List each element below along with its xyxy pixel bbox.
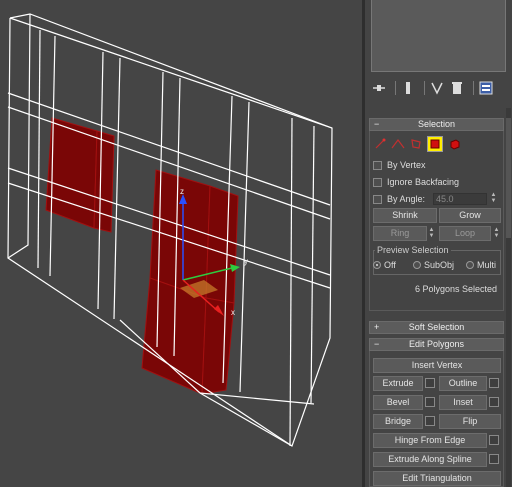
extrude-settings-icon[interactable] <box>425 378 435 388</box>
extrude-button[interactable]: Extrude <box>373 376 423 391</box>
inset-button[interactable]: Inset <box>439 395 487 410</box>
preview-subobj-label: SubObj <box>424 260 455 270</box>
element-mode-icon[interactable] <box>447 137 461 151</box>
configure-modifier-sets-icon[interactable] <box>478 80 494 96</box>
flip-button[interactable]: Flip <box>439 414 501 429</box>
edge-mode-icon[interactable] <box>391 137 405 151</box>
scrollbar-thumb[interactable] <box>506 118 511 238</box>
by-vertex-label: By Vertex <box>387 160 426 170</box>
wireframe-mesh: y x z <box>7 13 333 447</box>
bridge-button[interactable]: Bridge <box>373 414 423 429</box>
pin-stack-icon[interactable] <box>371 80 387 96</box>
ring-spinner-icon[interactable]: ▲ ▼ <box>427 227 436 240</box>
edit-triangulation-button[interactable]: Edit Triangulation <box>373 471 501 486</box>
bevel-button[interactable]: Bevel <box>373 395 423 410</box>
loop-spinner-icon[interactable]: ▲ ▼ <box>492 227 501 240</box>
preview-multi-label: Multi <box>477 260 497 270</box>
hinge-settings-icon[interactable] <box>489 435 499 445</box>
selection-status: 6 Polygons Selected <box>415 284 498 294</box>
preview-off-radio[interactable] <box>373 261 381 269</box>
edit-polygons-rollout-header[interactable]: − Edit Polygons <box>369 338 504 351</box>
command-panel: − Selection By Vertex Ignore Backfacing <box>365 0 512 487</box>
stack-toolbar <box>371 78 506 98</box>
by-angle-label: By Angle: <box>387 194 426 204</box>
by-angle-input[interactable]: 45.0 <box>433 193 487 205</box>
outline-button[interactable]: Outline <box>439 376 487 391</box>
selection-title: Selection <box>417 119 456 129</box>
bevel-settings-icon[interactable] <box>425 397 435 407</box>
ring-button[interactable]: Ring <box>373 226 427 241</box>
grow-button[interactable]: Grow <box>439 208 501 223</box>
preview-multi-radio[interactable] <box>466 261 474 269</box>
by-angle-spinner-icon[interactable]: ▲ ▼ <box>489 192 498 205</box>
preview-subobj-radio[interactable] <box>413 261 421 269</box>
selection-rollout-header[interactable]: − Selection <box>369 118 504 131</box>
remove-modifier-icon[interactable] <box>449 80 465 96</box>
edit-polygons-title: Edit Polygons <box>408 339 465 349</box>
show-end-result-icon[interactable] <box>400 80 416 96</box>
preview-selection-label: Preview Selection <box>375 245 451 255</box>
by-angle-row[interactable]: By Angle: <box>373 193 425 205</box>
make-unique-icon[interactable] <box>429 80 445 96</box>
preview-multi-option[interactable]: Multi <box>466 260 496 270</box>
border-mode-icon[interactable] <box>409 137 423 151</box>
preview-off-label: Off <box>384 260 396 270</box>
collapse-icon: − <box>374 339 380 349</box>
extrude-spline-settings-icon[interactable] <box>489 454 499 464</box>
soft-selection-rollout-header[interactable]: + Soft Selection <box>369 321 504 334</box>
by-vertex-checkbox[interactable] <box>373 160 382 170</box>
y-axis-label: y <box>244 257 248 266</box>
outline-settings-icon[interactable] <box>489 378 499 388</box>
bridge-settings-icon[interactable] <box>425 416 435 426</box>
ignore-backfacing-row[interactable]: Ignore Backfacing <box>373 176 459 188</box>
ignore-backfacing-label: Ignore Backfacing <box>387 177 460 187</box>
shrink-button[interactable]: Shrink <box>373 208 437 223</box>
preview-subobj-option[interactable]: SubObj <box>413 260 454 270</box>
extrude-along-spline-button[interactable]: Extrude Along Spline <box>373 452 487 467</box>
expand-icon: + <box>374 322 380 332</box>
by-vertex-row[interactable]: By Vertex <box>373 159 426 171</box>
preview-off-option[interactable]: Off <box>373 260 396 270</box>
hinge-from-edge-button[interactable]: Hinge From Edge <box>373 433 487 448</box>
modifier-stack-list[interactable] <box>371 0 506 72</box>
z-axis-label: z <box>180 187 184 196</box>
soft-selection-title: Soft Selection <box>408 322 465 332</box>
perspective-viewport[interactable]: y x z <box>0 0 362 487</box>
by-angle-checkbox[interactable] <box>373 194 382 204</box>
insert-vertex-button[interactable]: Insert Vertex <box>373 358 501 373</box>
inset-settings-icon[interactable] <box>489 397 499 407</box>
vertex-mode-icon[interactable] <box>373 137 387 151</box>
loop-button[interactable]: Loop <box>439 226 491 241</box>
collapse-icon: − <box>374 119 380 129</box>
panel-scrollbar[interactable] <box>506 108 511 487</box>
x-axis-label: x <box>231 308 235 317</box>
polygon-mode-icon[interactable] <box>427 136 443 152</box>
ignore-backfacing-checkbox[interactable] <box>373 177 382 187</box>
